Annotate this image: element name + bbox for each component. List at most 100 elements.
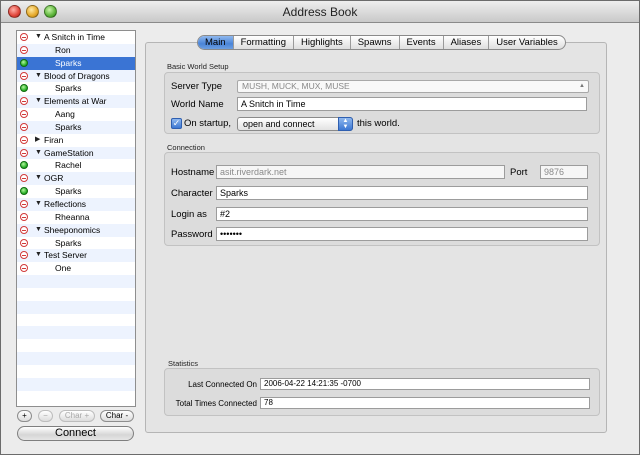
connected-status-icon: [20, 187, 28, 196]
character-name: Aang: [55, 109, 75, 120]
character-row[interactable]: One: [17, 262, 135, 275]
character-row[interactable]: Rachel: [17, 159, 135, 172]
tab-user-variables[interactable]: User Variables: [489, 36, 565, 49]
startup-action-value: open and connect: [243, 119, 315, 129]
character-name: Rachel: [55, 160, 82, 171]
world-name-label: World Name: [171, 99, 224, 110]
world-row[interactable]: ▼ GameStation: [17, 146, 135, 160]
total-times-value: 78: [260, 397, 590, 409]
world-name: Firan: [44, 134, 64, 145]
world-name: Elements at War: [44, 96, 107, 107]
world-row[interactable]: ▼ Elements at War: [17, 95, 135, 109]
server-type-select[interactable]: MUSH, MUCK, MUX, MUSE ▲: [237, 80, 589, 93]
tab-aliases[interactable]: Aliases: [444, 36, 490, 49]
login-as-field[interactable]: #2: [216, 207, 588, 221]
startup-label: On startup,: [184, 118, 231, 129]
character-row[interactable]: Sparks: [17, 82, 135, 95]
empty-row: [17, 288, 135, 301]
tab-highlights[interactable]: Highlights: [294, 36, 351, 49]
disclosure-expanded-icon[interactable]: ▼: [35, 95, 42, 108]
statistics-heading: Statistics: [168, 359, 199, 368]
popup-arrows-icon: ▲ ▼: [338, 117, 353, 131]
empty-row: [17, 391, 135, 404]
character-row[interactable]: Aang: [17, 108, 135, 121]
minimize-window-icon[interactable]: [26, 5, 39, 18]
startup-checkbox[interactable]: ✓: [171, 118, 182, 129]
server-type-label: Server Type: [171, 81, 223, 92]
tab-spawns[interactable]: Spawns: [351, 36, 400, 49]
disclosure-expanded-icon[interactable]: ▼: [35, 172, 42, 185]
disconnected-status-icon: [20, 225, 28, 234]
world-name: GameStation: [44, 147, 94, 158]
world-row[interactable]: ▼ Reflections: [17, 197, 135, 211]
character-name: One: [55, 263, 72, 274]
password-label: Password: [171, 229, 213, 240]
empty-row: [17, 365, 135, 378]
tab-formatting[interactable]: Formatting: [234, 36, 294, 49]
connected-status-icon: [20, 161, 28, 170]
port-label: Port: [510, 167, 528, 178]
character-row[interactable]: Ron: [17, 43, 135, 57]
character-name: Sparks: [55, 121, 82, 132]
port-field[interactable]: 9876: [540, 165, 588, 179]
remove-character-button[interactable]: Char -: [100, 410, 134, 422]
address-book-window: Address Book ▼ A Snitch in Time Ron Sparks ▼…: [0, 0, 640, 455]
server-type-value: MUSH, MUCK, MUX, MUSE: [242, 81, 350, 91]
disclosure-expanded-icon[interactable]: ▼: [35, 70, 42, 83]
tab-main[interactable]: Main: [198, 36, 234, 49]
character-row[interactable]: Sparks: [17, 120, 135, 134]
startup-suffix: this world.: [357, 118, 400, 129]
add-world-button[interactable]: +: [17, 410, 32, 422]
login-as-label: Login as: [171, 209, 207, 220]
world-name-field[interactable]: A Snitch in Time: [237, 97, 587, 111]
character-label: Character: [171, 188, 213, 199]
disconnected-status-icon: [20, 122, 28, 131]
disconnected-status-icon: [20, 264, 28, 273]
disconnected-status-icon: [20, 71, 28, 80]
tab-bar: Main Formatting Highlights Spawns Events Alia…: [197, 35, 566, 50]
empty-row: [17, 339, 135, 352]
character-field[interactable]: Sparks: [216, 186, 588, 200]
character-row[interactable]: Sparks: [17, 237, 135, 250]
remove-world-button[interactable]: −: [38, 410, 53, 422]
empty-row: [17, 377, 135, 391]
empty-row: [17, 352, 135, 365]
disclosure-expanded-icon[interactable]: ▼: [35, 147, 42, 160]
world-list[interactable]: ▼ A Snitch in Time Ron Sparks ▼ Blood of Drag…: [16, 30, 136, 407]
world-row[interactable]: ▼ Sheeponomics: [17, 223, 135, 237]
character-row[interactable]: Sparks: [17, 56, 135, 70]
basic-setup-heading: Basic World Setup: [167, 62, 229, 71]
disclosure-collapsed-icon[interactable]: ▶: [35, 134, 40, 147]
disclosure-expanded-icon[interactable]: ▼: [35, 31, 42, 44]
disclosure-expanded-icon[interactable]: ▼: [35, 198, 42, 211]
connect-button[interactable]: Connect: [17, 426, 134, 441]
startup-action-popup[interactable]: open and connect ▲ ▼: [237, 117, 353, 131]
world-name: Test Server: [44, 250, 87, 261]
empty-row: [17, 326, 135, 340]
password-field[interactable]: •••••••: [216, 227, 588, 241]
world-row[interactable]: ▼ OGR: [17, 172, 135, 186]
last-connected-value: 2006-04-22 14:21:35 -0700: [260, 378, 590, 390]
disconnected-status-icon: [20, 174, 28, 183]
world-row[interactable]: ▶ Firan: [17, 134, 135, 147]
character-name: Sparks: [55, 237, 82, 248]
title-bar[interactable]: Address Book: [1, 1, 639, 23]
disconnected-status-icon: [20, 148, 28, 157]
zoom-window-icon[interactable]: [44, 5, 57, 18]
world-row[interactable]: ▼ Blood of Dragons: [17, 69, 135, 83]
world-row[interactable]: ▼ A Snitch in Time: [17, 31, 135, 44]
character-name: Ron: [55, 44, 71, 55]
hostname-field[interactable]: asit.riverdark.net: [216, 165, 505, 179]
disconnected-status-icon: [20, 238, 28, 247]
character-row[interactable]: Rheanna: [17, 211, 135, 224]
tab-events[interactable]: Events: [400, 36, 444, 49]
disclosure-expanded-icon[interactable]: ▼: [35, 249, 42, 262]
add-character-button[interactable]: Char +: [59, 410, 95, 422]
world-name: Sheeponomics: [44, 224, 101, 235]
empty-row: [17, 300, 135, 314]
character-row[interactable]: Sparks: [17, 185, 135, 198]
close-window-icon[interactable]: [8, 5, 21, 18]
disconnected-status-icon: [20, 212, 28, 221]
disclosure-expanded-icon[interactable]: ▼: [35, 224, 42, 237]
world-row[interactable]: ▼ Test Server: [17, 249, 135, 263]
